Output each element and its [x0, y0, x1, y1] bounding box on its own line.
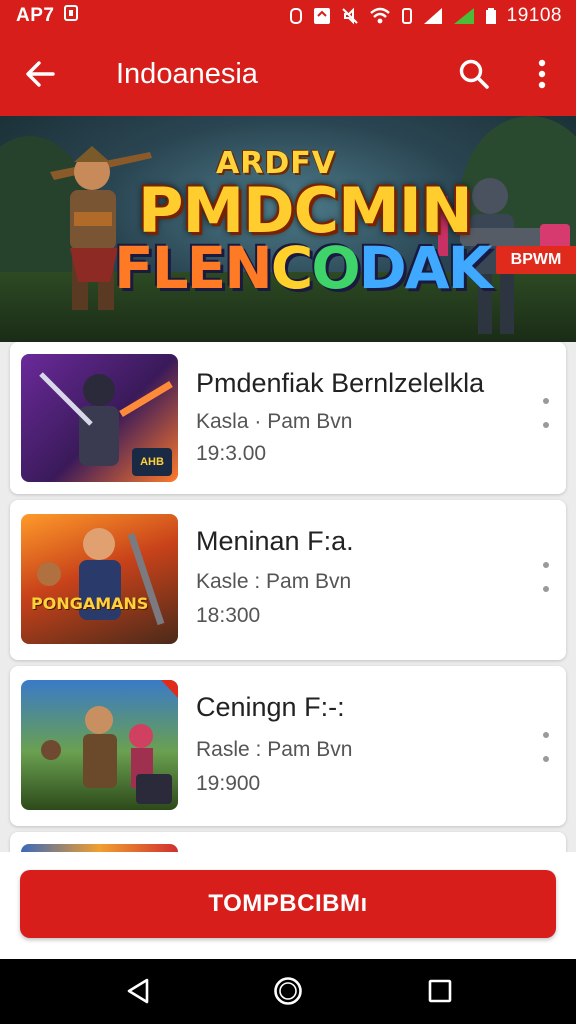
item-menu-button[interactable]: [536, 398, 556, 428]
game-thumbnail: [21, 680, 178, 810]
banner-logo-part: DAK: [358, 234, 493, 302]
app-bar: Indoanesia: [0, 32, 576, 116]
game-meta: Kasla · Pam Bvn: [196, 410, 353, 433]
game-badge: AHB: [132, 448, 172, 476]
game-title: Meninan F:a.: [196, 526, 354, 556]
item-menu-button[interactable]: [536, 562, 556, 592]
search-button[interactable]: [454, 54, 494, 94]
game-thumbnail: AHB: [21, 354, 178, 482]
page-title: Indoanesia: [116, 58, 258, 90]
back-button[interactable]: [22, 56, 58, 92]
dot-icon: [543, 422, 549, 428]
dot-icon: [543, 756, 549, 762]
game-badge-icon: [136, 774, 172, 804]
banner-logo-part: C: [270, 234, 314, 302]
more-vertical-icon: [538, 59, 546, 89]
banner-logo-part: FLEN: [114, 234, 273, 302]
wifi-icon: [369, 7, 391, 25]
message-icon: [313, 7, 331, 25]
dot-icon: [543, 586, 549, 592]
item-menu-button[interactable]: [536, 732, 556, 762]
overflow-menu-button[interactable]: [524, 54, 560, 94]
list-item[interactable]: AHB Pmdenfiak Bernlzelelkla Kasla · Pam …: [10, 342, 566, 494]
nav-home-button[interactable]: [272, 975, 304, 1007]
game-time: 19:3.00: [196, 442, 267, 465]
game-title: Ceningn F:-:: [196, 692, 345, 722]
mute-icon: [341, 7, 359, 25]
status-left: AP7: [16, 4, 79, 28]
recents-square-icon: [428, 979, 452, 1003]
game-time: 19:900: [196, 772, 261, 795]
signal-icon-2: [453, 7, 475, 25]
search-icon: [459, 59, 489, 89]
banner-logo-line-3: FLENCODAK: [114, 234, 493, 302]
home-circle-icon: [274, 977, 302, 1005]
clock: 19108: [506, 5, 562, 26]
game-thumbnail: PONGAMANS: [21, 514, 178, 644]
signal-icon: [423, 7, 443, 25]
game-time: 18:300: [196, 604, 261, 627]
game-title: Pmdenfiak Bernlzelelkla: [196, 368, 485, 398]
carrier-label: AP7: [16, 5, 55, 26]
status-bar: AP7 19108: [0, 0, 576, 32]
back-triangle-icon: [127, 978, 149, 1004]
sync-icon: [289, 7, 303, 25]
list-item[interactable]: PONGAMANS Meninan F:a. Kasle : Pam Bvn 1…: [10, 500, 566, 660]
game-logo-text: PONGAMANS: [31, 594, 149, 613]
fighter-illustration: [37, 528, 165, 626]
status-icons: 19108: [289, 5, 562, 27]
banner-badge: BPWM: [496, 246, 576, 274]
dot-icon: [543, 398, 549, 404]
nav-back-button[interactable]: [122, 975, 154, 1007]
game-meta: Kasle : Pam Bvn: [196, 570, 352, 593]
system-nav-bar: [0, 959, 576, 1024]
dot-icon: [543, 732, 549, 738]
battery-icon: [485, 7, 497, 25]
game-meta: Rasle : Pam Bvn: [196, 738, 353, 761]
banner-logo-part: O: [311, 234, 360, 302]
featured-banner[interactable]: ARDFV PMDCMIN FLENCODAK BPWM: [0, 116, 576, 342]
dot-icon: [543, 562, 549, 568]
bottom-action-area: TOMPBCIBMı: [0, 852, 576, 959]
nav-recents-button[interactable]: [424, 975, 456, 1007]
primary-action-button[interactable]: TOMPBCIBMı: [20, 870, 556, 938]
arrow-left-icon: [26, 61, 55, 87]
list-item[interactable]: Ceningn F:-: Rasle : Pam Bvn 19:900: [10, 666, 566, 826]
vibrate-icon: [401, 7, 413, 25]
notification-icon: [64, 4, 79, 28]
